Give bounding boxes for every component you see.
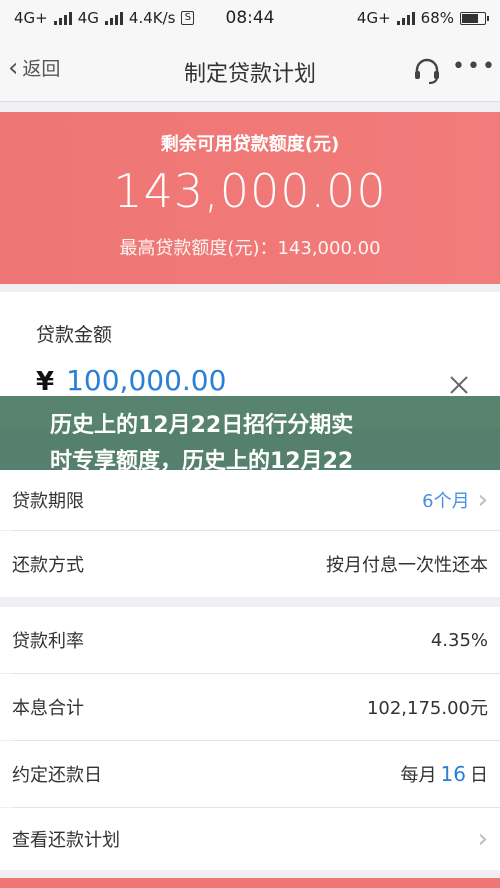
signal-icon-right — [396, 11, 415, 25]
due-suffix: 日 — [470, 765, 488, 786]
max-credit-line: 最高贷款额度(元)：143,000.00 — [119, 238, 381, 259]
back-label: 返回 — [22, 58, 61, 80]
total-label: 本息合计 — [12, 698, 84, 719]
view-plan-label: 查看还款计划 — [12, 830, 120, 851]
interest-rate-row: 贷款利率 4.35% — [0, 607, 500, 673]
banner-line-1: 历史上的12月22日招行分期实 — [50, 413, 354, 438]
network-type-1: 4G+ — [14, 9, 48, 27]
signal-icon — [53, 11, 72, 25]
credit-summary-card: 剩余可用贷款额度(元) 143,000.00 最高贷款额度(元)：143,000… — [0, 112, 500, 284]
loan-amount-row: ¥ — [36, 364, 367, 397]
data-saver-icon: S — [181, 11, 195, 25]
repay-method-row[interactable]: 还款方式 按月付息一次性还本 — [0, 531, 500, 597]
signal-icon-2 — [104, 11, 123, 25]
battery-percent: 68% — [420, 9, 454, 27]
chevron-right-icon: › — [477, 824, 488, 854]
interest-rate-label: 贷款利率 — [12, 631, 84, 652]
due-date-label: 约定还款日 — [12, 765, 102, 786]
chevron-right-icon: › — [477, 485, 488, 515]
due-prefix: 每月 — [400, 765, 437, 786]
nav-bar: ‹ 返回 制定贷款计划 ••• — [0, 36, 500, 102]
chevron-left-icon: ‹ — [8, 52, 19, 83]
remaining-credit-title: 剩余可用贷款额度(元) — [160, 134, 340, 155]
battery-icon — [460, 11, 489, 25]
currency-symbol: ¥ — [36, 367, 55, 397]
total-value: 102,175.00元 — [366, 698, 488, 719]
more-icon[interactable]: ••• — [452, 54, 497, 79]
due-date-row[interactable]: 约定还款日 每月 16 日 — [0, 741, 500, 807]
loan-amount-input[interactable] — [66, 364, 367, 397]
interest-rate-value: 4.35% — [430, 629, 488, 651]
status-left: 4G+ 4G 4.4K/s S — [14, 9, 195, 27]
network-type-2: 4G — [77, 9, 99, 27]
headset-icon[interactable] — [412, 56, 442, 86]
total-row: 本息合计 102,175.00元 — [0, 674, 500, 740]
repay-method-label: 还款方式 — [12, 555, 84, 576]
loan-term-row[interactable]: 贷款期限 6个月 › — [0, 470, 500, 530]
repay-method-value: 按月付息一次性还本 — [326, 555, 488, 576]
clear-icon[interactable] — [446, 372, 472, 398]
status-time: 08:44 — [225, 8, 275, 28]
loan-term-value: 6个月 — [422, 491, 470, 512]
due-day-value: 16 — [440, 762, 466, 786]
back-button[interactable]: ‹ 返回 — [8, 54, 60, 81]
remaining-credit-amount: 143,000.00 — [113, 164, 387, 218]
loan-term-label: 贷款期限 — [12, 491, 84, 512]
status-right: 4G+ 68% — [356, 9, 489, 27]
network-type-right: 4G+ — [356, 9, 391, 27]
view-plan-row[interactable]: 查看还款计划 › — [0, 808, 500, 870]
loan-amount-label: 贷款金额 — [36, 324, 113, 346]
status-bar: 4G+ 4G 4.4K/s S 08:44 4G+ 68% — [0, 0, 500, 36]
network-speed: 4.4K/s — [128, 9, 176, 27]
bottom-accent-strip — [0, 878, 500, 888]
